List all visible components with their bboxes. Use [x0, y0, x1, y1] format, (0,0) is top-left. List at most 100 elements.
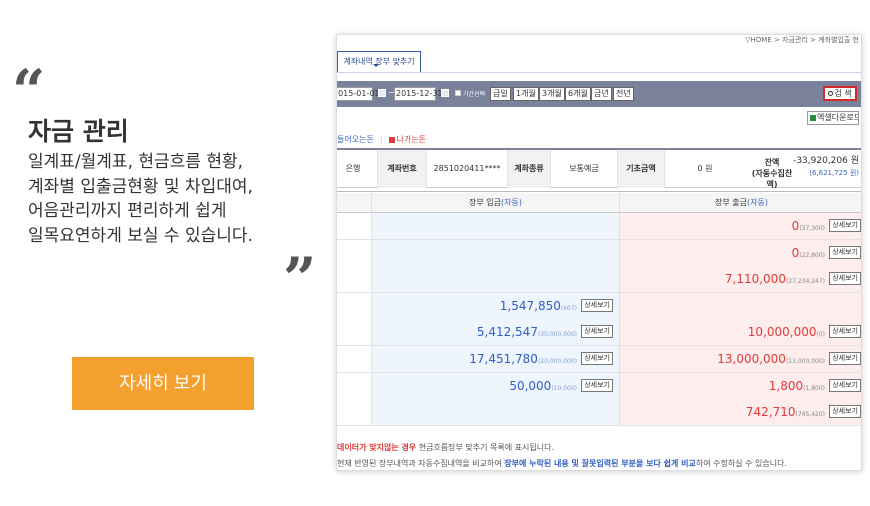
withdrawal-amount-value: 7,110,000 [724, 272, 786, 287]
search-button-label: 검 색 [834, 89, 852, 98]
withdrawal-collected-amount: (0) [816, 331, 826, 339]
withdrawal-cell: 13,000,000(13,000,000) 상세보기 [619, 346, 861, 372]
balance-value: -33,920,206 원 (6,621,725 원) [793, 155, 859, 179]
table-row: 7,110,000(27,234,247) 상세보기 [337, 266, 861, 294]
withdrawal-collected-amount: (745,420) [795, 411, 826, 419]
open-quote-mark: “ [12, 62, 46, 106]
account-number: 2851020411**** [433, 164, 501, 173]
deposit-amount-value: 1,547,850 [499, 298, 561, 313]
base-amount-label: 기초금액 [617, 150, 665, 188]
withdrawal-cell: 1,800(1,800) 상세보기 [619, 372, 861, 399]
search-icon [828, 91, 834, 96]
table-row: 50,000(10,000) 상세보기 1,800(1,800) 상세보기 [337, 372, 861, 400]
excel-download-button[interactable]: 엑셀다운로드 [807, 111, 859, 125]
withdrawal-detail-button[interactable]: 상세보기 [829, 405, 861, 419]
legend-outgoing: 나가는돈 [396, 135, 426, 144]
header-withdrawal-sub: (자동) [747, 198, 768, 207]
deposit-cell [371, 266, 619, 293]
table-header-ledger-deposit: 장부 입금(자동) [371, 193, 619, 213]
withdrawal-amount: 1,800(1,800) [769, 379, 825, 393]
withdrawal-detail-button[interactable]: 상세보기 [829, 378, 861, 392]
period-today-button[interactable]: 금일 [490, 87, 511, 101]
withdrawal-detail-button[interactable]: 상세보기 [829, 245, 861, 259]
withdrawal-cell: 742,710(745,420) 상세보기 [619, 399, 861, 426]
deposit-cell: 1,547,850(607) 상세보기 [371, 292, 619, 319]
base-amount: 0 원 [697, 164, 713, 173]
breadcrumb: ▽HOME > 자금관리 > 계좌별입출 현 [745, 36, 859, 44]
withdrawal-amount: 7,110,000(27,234,247) [725, 272, 825, 286]
deposit-cell [371, 213, 619, 239]
withdrawal-detail-button[interactable]: 상세보기 [829, 219, 861, 232]
deposit-cell [371, 239, 619, 266]
deposit-collected-amount: (30,000,000) [537, 331, 577, 339]
deposit-detail-button[interactable]: 상세보기 [581, 298, 613, 312]
table-row: 0(22,800) 상세보기 [337, 239, 861, 267]
withdrawal-amount-value: 13,000,000 [717, 352, 786, 366]
account-info-row: 은행 계좌번호 2851020411**** 계좌종류 보통예금 기초금액 0 … [337, 148, 861, 190]
table-header-ledger-withdrawal: 장부 출금(자동) [619, 193, 861, 213]
period-last-year-button[interactable]: 전년 [613, 87, 634, 101]
deposit-detail-button[interactable]: 상세보기 [581, 325, 613, 339]
row-lead-cell [337, 346, 371, 372]
withdrawal-cell: 7,110,000(27,234,247) 상세보기 [619, 266, 861, 293]
balance-label-sub: (자동수집잔액) [751, 169, 793, 189]
promo-desc-line: 어음관리까지 편리하게 쉽게 [28, 201, 227, 221]
note-compare: 현재 반영된 장부내역과 자동수집내역을 비교하여 장부에 누락된 내용 및 잘… [337, 458, 787, 469]
calendar-icon[interactable] [441, 89, 449, 97]
deposit-amount-value: 5,412,547 [476, 325, 538, 340]
period-3month-button[interactable]: 3개월 [539, 87, 565, 101]
search-button[interactable]: 검 색 [823, 86, 857, 101]
period-6month-button[interactable]: 6개월 [565, 87, 591, 101]
balance-label: 잔액 (자동수집잔액) [749, 157, 795, 190]
table-header-blank [337, 193, 371, 213]
excel-icon [810, 114, 816, 121]
row-lead-cell [337, 319, 371, 346]
withdrawal-amount: 0(22,800) [792, 246, 825, 260]
deposit-amount: 5,412,547(30,000,000) [477, 325, 577, 339]
deposit-cell [371, 399, 619, 426]
note-compare-highlight: 장부에 누락된 내용 및 잘못입력된 부분을 보다 쉽게 비교 [504, 459, 696, 468]
withdrawal-amount: 13,000,000(13,000,000) [717, 352, 825, 366]
date-from-input[interactable]: 2015-01-01 [337, 87, 380, 101]
calendar-icon[interactable] [378, 89, 386, 97]
period-select-checkbox[interactable] [455, 90, 461, 96]
deposit-amount-value: 17,451,780 [469, 352, 538, 366]
withdrawal-amount: 742,710(745,420) [746, 405, 825, 419]
table-row: 742,710(745,420) 상세보기 [337, 399, 861, 427]
promo-desc-line: 일목요연하게 보실 수 있습니다. [28, 225, 253, 246]
table-row: 5,412,547(30,000,000) 상세보기 10,000,000(0) 상세… [337, 319, 861, 347]
bank-label: 은행 [345, 164, 361, 173]
withdrawal-amount-value: 1,800 [768, 378, 804, 393]
promo-title: 자금 관리 [28, 117, 129, 146]
withdrawal-cell: 0(37,300) 상세보기 [619, 213, 861, 239]
deposit-detail-button[interactable]: 상세보기 [581, 378, 613, 392]
withdrawal-collected-amount: (13,000,000) [785, 358, 825, 365]
date-to-input[interactable]: 2015-12-31 [394, 87, 443, 101]
period-this-year-button[interactable]: 금년 [591, 87, 612, 101]
withdrawal-detail-button[interactable]: 상세보기 [829, 352, 861, 365]
withdrawal-detail-button[interactable]: 상세보기 [829, 325, 861, 339]
row-lead-cell [337, 372, 371, 399]
withdrawal-cell [619, 292, 861, 319]
view-details-button[interactable]: 자세히 보기 [72, 357, 254, 410]
header-deposit-label: 장부 입금 [469, 198, 501, 207]
deposit-amount-value: 50,000 [509, 378, 552, 393]
tab-active-arrow-icon [373, 64, 379, 67]
deposit-collected-amount: (20,000,000) [537, 358, 577, 365]
deposit-detail-button[interactable]: 상세보기 [581, 352, 613, 365]
tab-divider [337, 72, 861, 73]
withdrawal-detail-button[interactable]: 상세보기 [829, 272, 861, 286]
period-1month-button[interactable]: 1개월 [513, 87, 539, 101]
app-screenshot-panel: ▽HOME > 자금관리 > 계좌별입출 현 계좌내역 장부 맞추기 2015-… [336, 34, 862, 471]
row-lead-cell [337, 399, 371, 426]
tab-account-ledger-match[interactable]: 계좌내역 장부 맞추기 [337, 51, 421, 72]
withdrawal-cell: 0(22,800) 상세보기 [619, 239, 861, 266]
withdrawal-amount: 0(37,300) [792, 219, 825, 233]
deposit-amount: 1,547,850(607) [500, 299, 577, 313]
promo-desc-line: 일계표/월계표, 현금흐름 현황, [28, 152, 244, 172]
withdrawal-cell: 10,000,000(0) 상세보기 [619, 319, 861, 346]
header-deposit-sub: (자동) [501, 198, 522, 207]
deposit-collected-amount: (607) [560, 304, 577, 312]
row-lead-cell [337, 213, 371, 239]
row-lead-cell [337, 239, 371, 266]
